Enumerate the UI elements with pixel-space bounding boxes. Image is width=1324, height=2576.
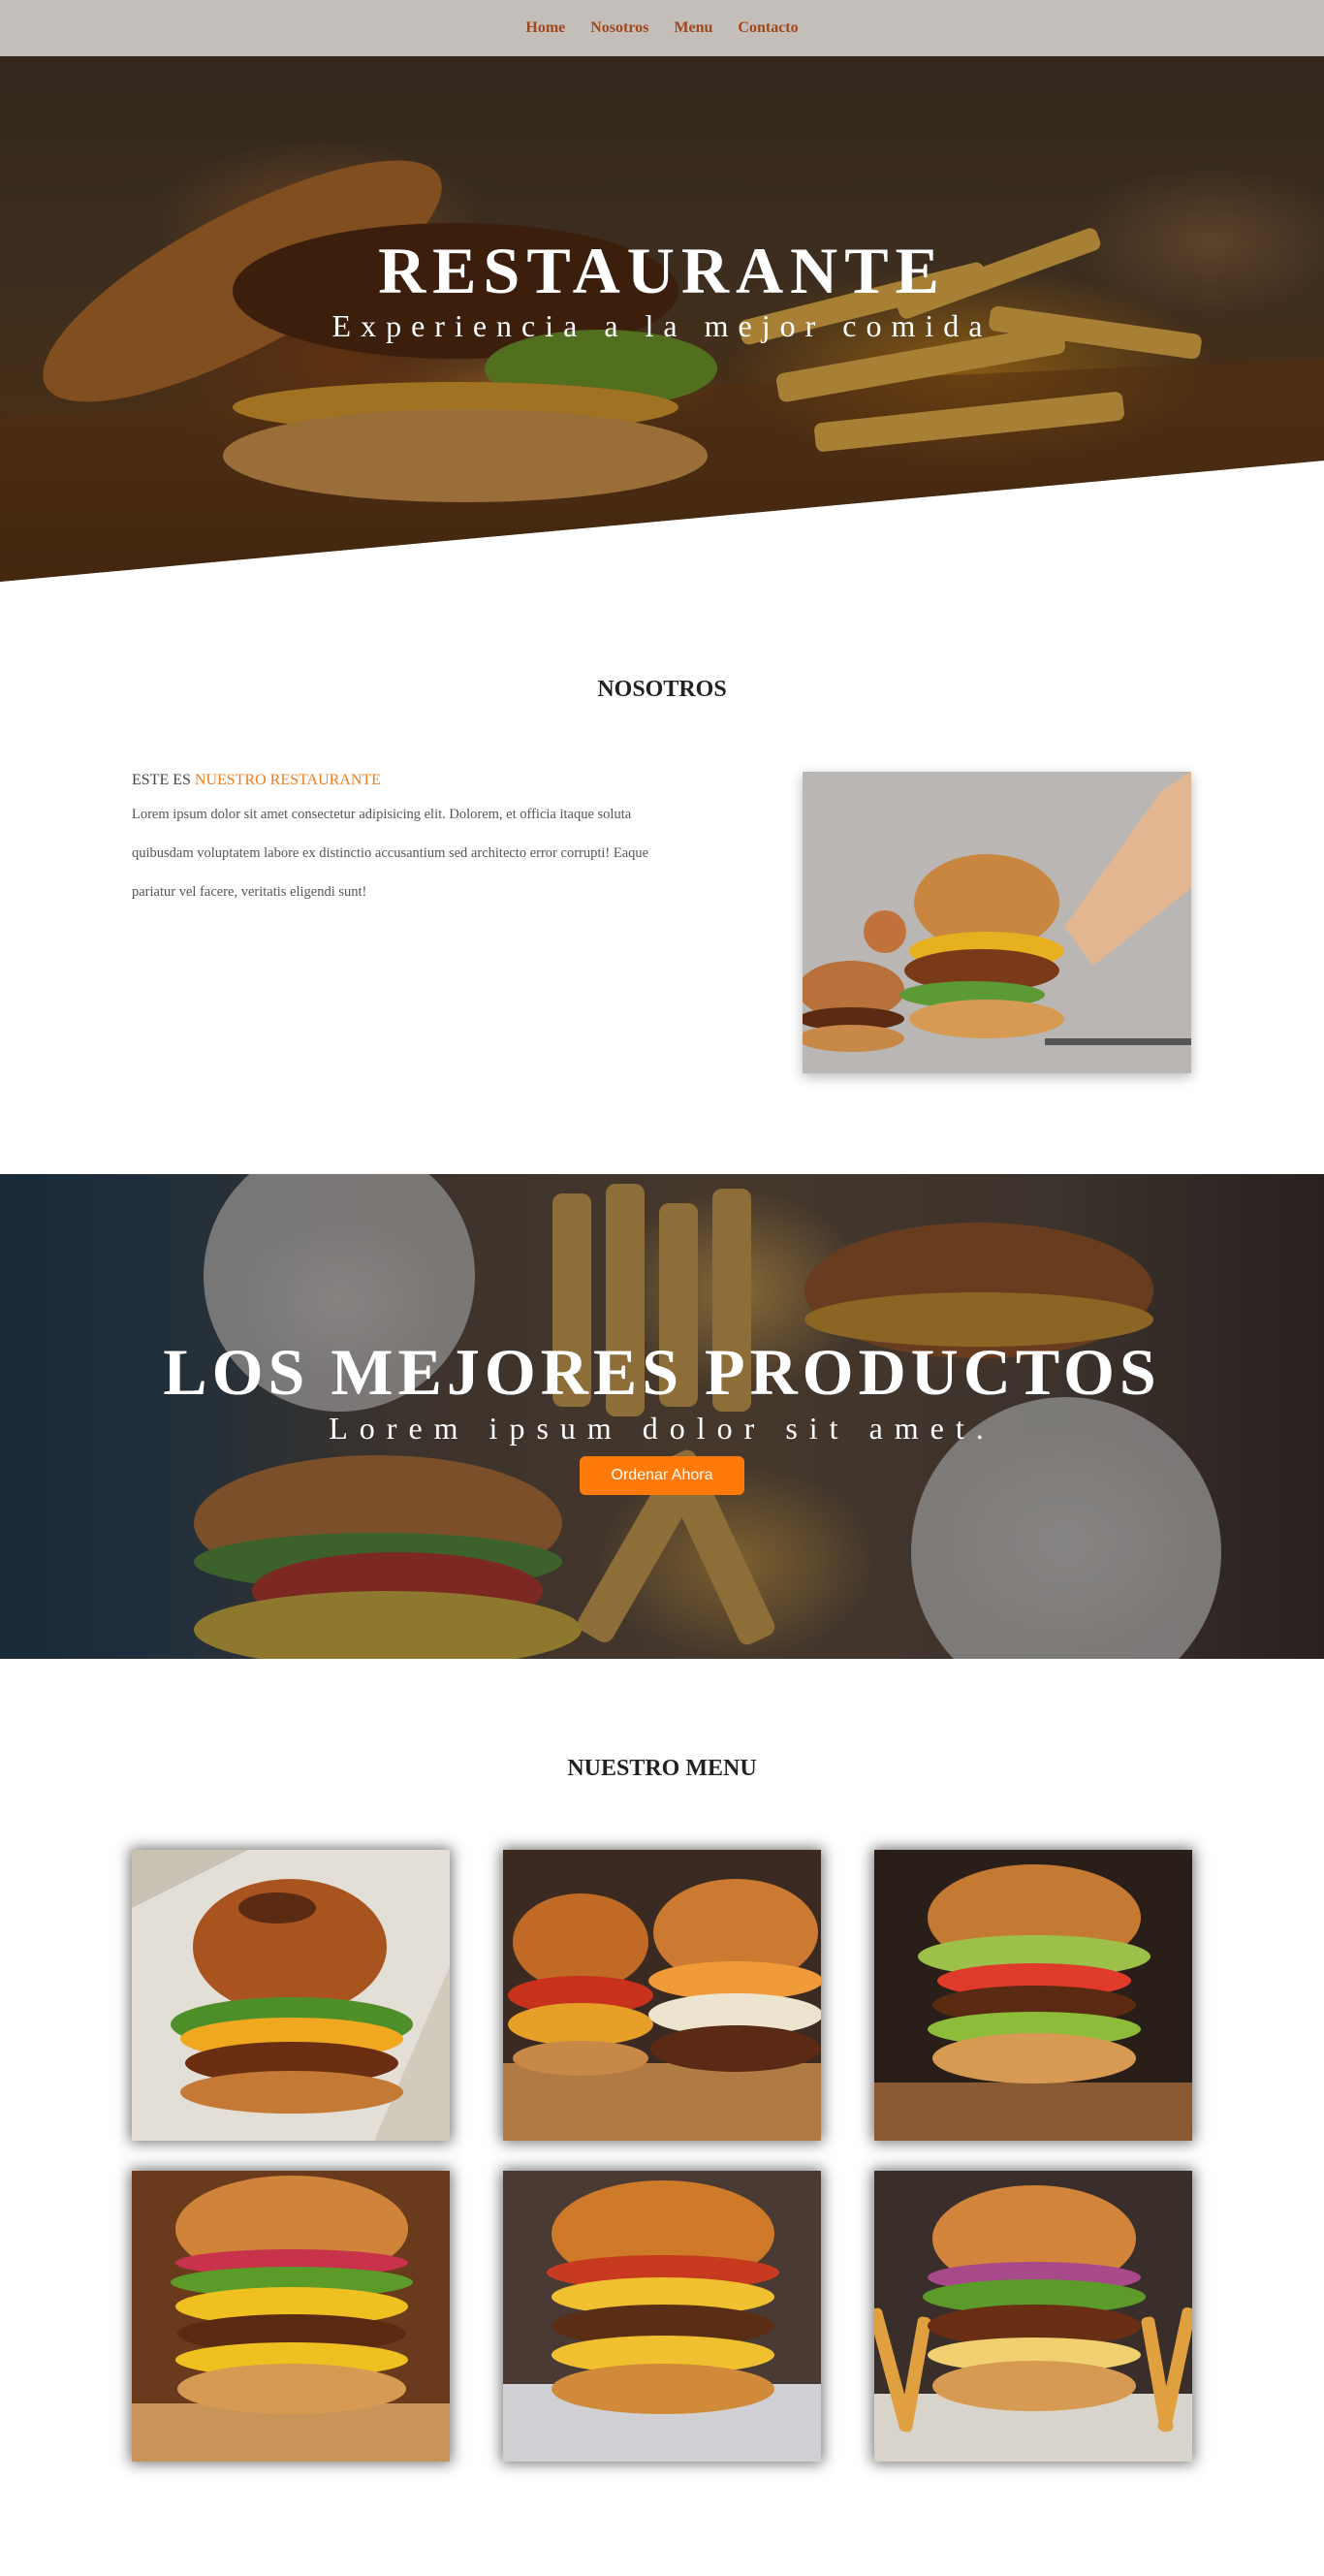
about-burger-photo xyxy=(803,772,1191,1073)
about-heading-accent: NUESTRO RESTAURANTE xyxy=(194,772,381,788)
nav-link-nosotros[interactable]: Nosotros xyxy=(590,19,648,37)
about-section-title: NOSOTROS xyxy=(597,677,727,702)
order-now-button[interactable]: Ordenar Ahora xyxy=(580,1456,744,1495)
burger-photo-icon xyxy=(874,1850,1192,2141)
products-banner: LOS MEJORES PRODUCTOS Lorem ipsum dolor … xyxy=(0,1174,1324,1659)
banner-subtitle: Lorem ipsum dolor sit amet. xyxy=(329,1411,995,1446)
burger-photo-icon xyxy=(874,2171,1192,2462)
about-heading: ESTE ES NUESTRO RESTAURANTE xyxy=(132,772,381,789)
menu-item-card[interactable]: burger-photo xyxy=(874,1850,1192,2141)
about-paragraph: Lorem ipsum dolor sit amet consectetur a… xyxy=(132,807,649,900)
burger-photo-icon xyxy=(132,1850,450,2141)
nav-link-home[interactable]: Home xyxy=(525,19,565,37)
burger-photo-icon xyxy=(132,2171,450,2462)
menu-item-card[interactable]: burger-photo xyxy=(503,2171,821,2462)
hero-banner: RESTAURANTE Experiencia a la mejor comid… xyxy=(0,0,1324,582)
nav-link-menu[interactable]: Menu xyxy=(674,19,712,37)
menu-grid: burger-photo burger-photo bu xyxy=(132,1850,1192,2462)
about-heading-prefix: ESTE ES xyxy=(132,772,191,788)
burger-photo-icon xyxy=(503,2171,821,2462)
top-navigation: Home Nosotros Menu Contacto xyxy=(0,0,1324,56)
menu-item-card[interactable]: burger-photo xyxy=(132,1850,450,2141)
menu-item-card[interactable]: burger-photo xyxy=(874,2171,1192,2462)
hero-title: RESTAURANTE xyxy=(378,234,946,307)
hero-subtitle: Experiencia a la mejor comida xyxy=(331,308,993,343)
menu-item-card[interactable]: burger-photo xyxy=(132,2171,450,2462)
burger-photo-icon xyxy=(503,1850,821,2141)
menu-section-title: NUESTRO MENU xyxy=(567,1756,757,1781)
banner-title: LOS MEJORES PRODUCTOS xyxy=(163,1335,1161,1409)
menu-item-card[interactable]: burger-photo xyxy=(503,1850,821,2141)
nav-link-contacto[interactable]: Contacto xyxy=(738,19,798,37)
